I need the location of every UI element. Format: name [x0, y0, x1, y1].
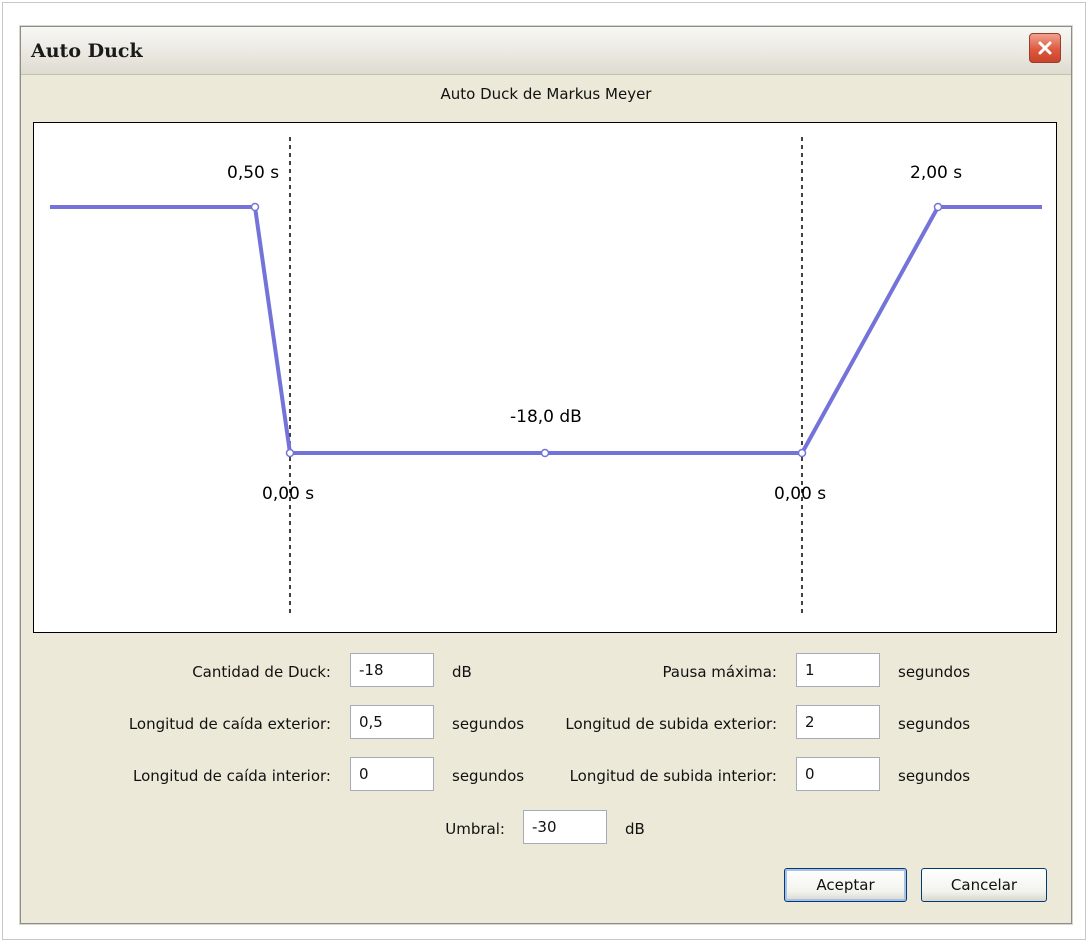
max-pause-field-label: Pausa máxima: — [662, 663, 777, 681]
close-button[interactable] — [1029, 33, 1061, 63]
duck-envelope-graph[interactable]: 0,50 s 2,00 s -18,0 dB 0,00 s 0,00 s — [33, 122, 1057, 633]
cancel-button[interactable]: Cancelar — [921, 868, 1047, 902]
duck-amount-handle[interactable] — [540, 448, 550, 458]
duck-amount-unit: dB — [452, 663, 472, 681]
outer-fade-down-field-label: Longitud de caída exterior: — [128, 715, 331, 733]
inner-fade-down-input[interactable] — [350, 757, 434, 791]
outer-fade-up-field-label: Longitud de subida exterior: — [565, 715, 777, 733]
outer-fade-down-input[interactable] — [350, 705, 434, 739]
duck-amount-input[interactable] — [350, 653, 434, 687]
outer-fade-down-unit: segundos — [452, 715, 525, 733]
inner-fade-up-input[interactable] — [796, 757, 880, 791]
plugin-credit: Auto Duck de Markus Meyer — [440, 85, 652, 103]
duck-amount-label: -18,0 dB — [510, 407, 582, 427]
envelope-svg — [50, 137, 1042, 615]
threshold-field-label: Umbral: — [445, 820, 505, 838]
outer-fade-up-label: 2,00 s — [910, 163, 963, 183]
max-pause-input[interactable] — [796, 653, 880, 687]
threshold-unit: dB — [625, 820, 645, 838]
outer-fade-up-handle[interactable] — [933, 202, 943, 212]
duck-amount-field-label: Cantidad de Duck: — [192, 663, 331, 681]
title-bar[interactable]: Auto Duck — [21, 27, 1071, 75]
outer-fade-down-label: 0,50 s — [227, 163, 280, 183]
auto-duck-dialog: Auto Duck Auto Duck de Markus Meyer 0,50… — [20, 26, 1072, 924]
threshold-input[interactable] — [523, 810, 607, 844]
window-title: Auto Duck — [31, 40, 143, 62]
outer-fade-up-unit: segundos — [898, 715, 971, 733]
inner-fade-down-label: 0,00 s — [262, 484, 315, 504]
outer-fade-up-input[interactable] — [796, 705, 880, 739]
ok-button[interactable]: Aceptar — [784, 868, 907, 902]
inner-fade-down-unit: segundos — [452, 767, 525, 785]
inner-fade-down-handle[interactable] — [285, 448, 295, 458]
inner-fade-down-field-label: Longitud de caída interior: — [132, 767, 331, 785]
inner-fade-up-field-label: Longitud de subida interior: — [569, 767, 777, 785]
outer-fade-down-handle[interactable] — [250, 202, 260, 212]
inner-fade-up-handle[interactable] — [797, 448, 807, 458]
max-pause-unit: segundos — [898, 663, 971, 681]
close-icon — [1037, 40, 1053, 56]
inner-fade-up-unit: segundos — [898, 767, 971, 785]
inner-fade-up-label: 0,00 s — [774, 484, 827, 504]
